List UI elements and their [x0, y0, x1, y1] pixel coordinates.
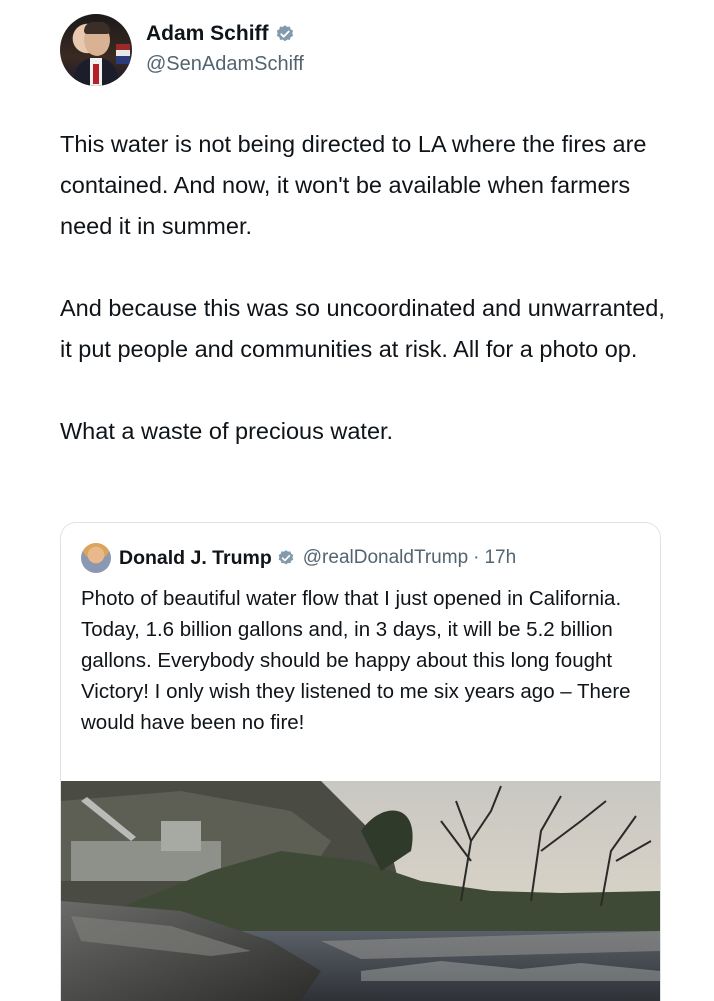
meta-separator: · — [473, 547, 480, 568]
quoted-author-name[interactable]: Donald J. Trump — [119, 547, 272, 570]
author-name[interactable]: Adam Schiff — [146, 22, 269, 46]
author-name-row: Adam Schiff — [146, 22, 295, 46]
river-photo-graphic — [61, 781, 660, 1001]
quoted-author-avatar[interactable] — [81, 543, 111, 573]
quoted-tweet-time[interactable]: 17h — [484, 547, 516, 569]
quoted-tweet-text: Photo of beautiful water flow that I jus… — [81, 587, 631, 734]
quoted-tweet-card[interactable]: Donald J. Trump @realDonaldTrump · 17h P… — [60, 522, 661, 1001]
quoted-tweet-header: Donald J. Trump @realDonaldTrump · 17h — [81, 543, 516, 573]
author-avatar[interactable] — [60, 14, 132, 86]
author-handle[interactable]: @SenAdamSchiff — [146, 53, 304, 76]
flag-graphic — [116, 44, 130, 64]
tweet-paragraph: What a waste of precious water. — [60, 418, 394, 444]
avatar-hair — [84, 22, 110, 34]
tweet-body: This water is not being directed to LA w… — [60, 124, 680, 493]
tweet-paragraph: And because this was so uncoordinated an… — [60, 295, 665, 362]
avatar-tie — [93, 64, 99, 84]
verified-badge-icon — [277, 549, 295, 567]
verified-badge-icon — [275, 24, 295, 44]
quoted-tweet-photo[interactable] — [61, 781, 660, 1001]
quoted-author-handle[interactable]: @realDonaldTrump — [303, 547, 468, 569]
tweet-paragraph: This water is not being directed to LA w… — [60, 131, 647, 239]
